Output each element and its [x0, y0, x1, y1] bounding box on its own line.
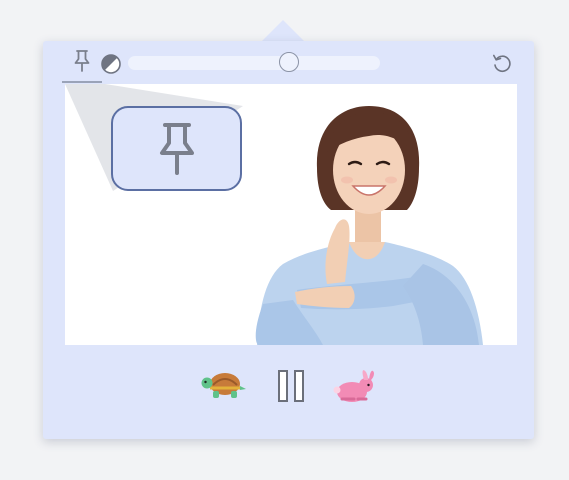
- fast-speed-button[interactable]: [330, 368, 378, 409]
- playback-controls: [43, 361, 534, 411]
- pin-active-indicator: [62, 81, 102, 83]
- popover-caret: [261, 20, 305, 42]
- slider-thumb[interactable]: [278, 52, 299, 72]
- contrast-button[interactable]: [100, 53, 122, 75]
- sign-language-player-panel: [43, 41, 534, 439]
- pin-button[interactable]: [62, 49, 102, 83]
- reset-button[interactable]: [491, 52, 513, 74]
- pin-icon: [159, 122, 194, 175]
- slow-speed-button[interactable]: [201, 369, 249, 406]
- contrast-icon: [101, 54, 121, 74]
- pause-button[interactable]: [277, 370, 305, 407]
- toolbar: [43, 41, 534, 85]
- signer-person: [255, 106, 483, 345]
- sign-language-video: [65, 84, 517, 345]
- reset-icon: [493, 54, 511, 73]
- rabbit-icon: [333, 370, 374, 402]
- pin-icon: [74, 50, 90, 72]
- opacity-slider[interactable]: [128, 52, 380, 72]
- pin-zoom-callout: [111, 106, 242, 191]
- turtle-icon: [201, 373, 246, 398]
- pause-icon: [278, 370, 304, 402]
